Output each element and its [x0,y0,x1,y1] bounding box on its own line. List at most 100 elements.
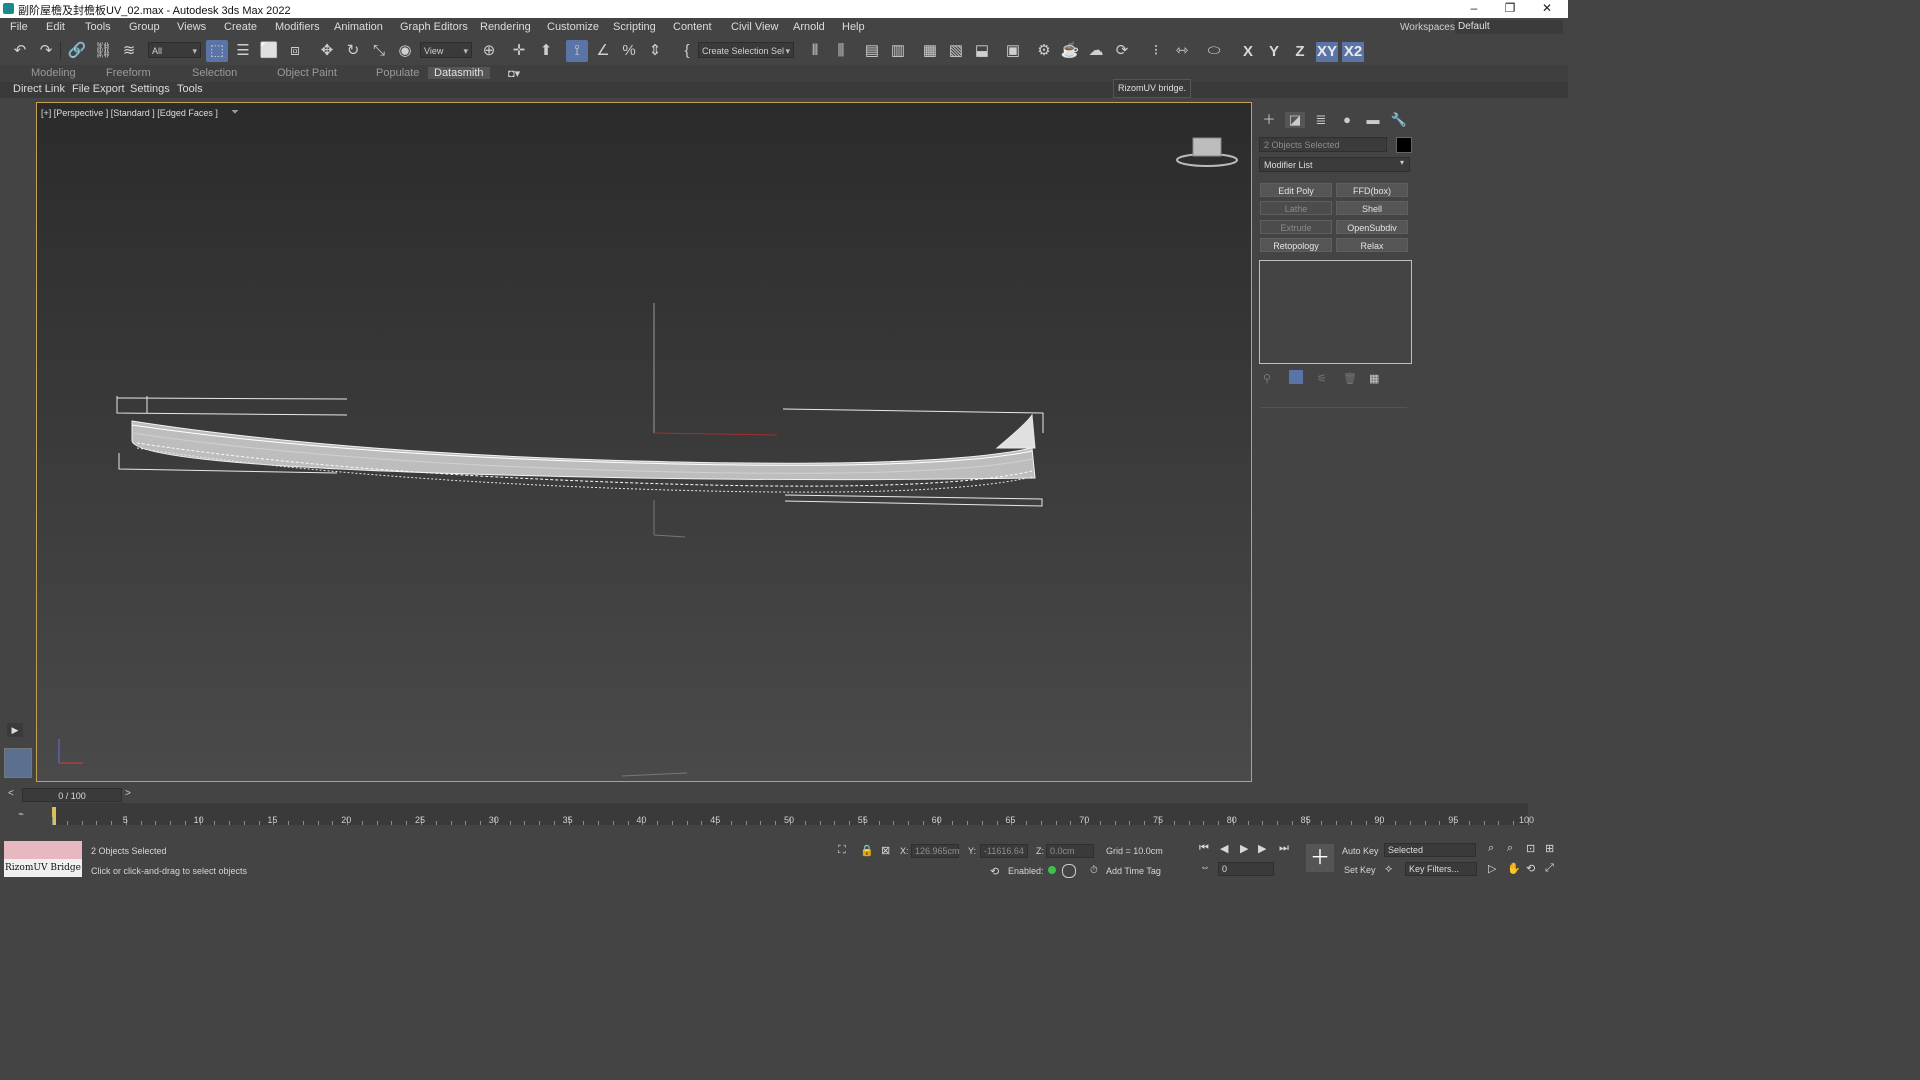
menu-arnold[interactable]: Arnold [793,21,825,33]
motion-tab-icon[interactable]: ● [1337,112,1357,128]
menu-edit[interactable]: Edit [46,21,65,33]
material-editor-icon[interactable]: ⬓ [971,40,993,62]
maxscript-listener-pink[interactable] [4,841,82,859]
time-tag-icon[interactable]: ⏱ [1090,865,1098,876]
bind-space-warp-icon[interactable]: ≋ [118,40,140,62]
absolute-mode-icon[interactable]: ⊠ [881,844,890,857]
goto-start-icon[interactable]: ⏮ [1199,842,1209,855]
direct-link-button[interactable]: Direct Link [13,83,65,95]
key-filter-icon[interactable]: ⟡ [1385,863,1392,876]
pivot-center-icon[interactable]: ⊕ [478,40,500,62]
axis-x-button[interactable]: X [1237,42,1259,62]
place-icon[interactable]: ◉ [394,40,416,62]
z-coordinate-field[interactable]: 0.0cm [1046,844,1094,858]
menu-scripting[interactable]: Scripting [613,21,656,33]
rendered-frame-window-icon[interactable]: ⚙ [1033,40,1055,62]
relax-button[interactable]: Relax [1336,238,1408,252]
time-next-icon[interactable]: > [125,788,131,799]
reference-coordinate-dropdown[interactable]: View [420,42,472,59]
utilities-tab-icon[interactable]: 🔧 [1389,112,1409,128]
expand-layout-tab-icon[interactable]: ▶ [7,723,23,737]
layer-explorer-icon[interactable]: ▤ [861,40,883,62]
auto-key-button[interactable]: Auto Key [1342,846,1379,856]
grid-snap-icon[interactable]: ⁝ [1145,40,1167,62]
named-selection-set-dropdown[interactable]: Create Selection Sel [698,42,794,59]
extrude-button[interactable]: Extrude [1260,220,1332,234]
zoom-extents-icon[interactable]: ⊡ [1526,842,1535,855]
close-button[interactable]: ✕ [1533,1,1561,17]
workspaces-dropdown[interactable]: Default [1455,20,1563,34]
orbit-icon[interactable]: ⟲ [1526,862,1535,875]
key-mode-dropdown[interactable]: Selected [1384,843,1476,857]
zoom-all-icon[interactable]: ⌕ [1507,842,1513,855]
lock-selection-icon[interactable]: 🔒 [860,844,874,857]
render-iterative-icon[interactable]: ☁ [1085,40,1107,62]
axis-xz-button[interactable]: X2 [1342,42,1364,62]
menu-animation[interactable]: Animation [334,21,383,33]
menu-tools[interactable]: Tools [85,21,111,33]
viewport-layout-icon[interactable] [4,748,32,778]
file-export-button[interactable]: File Export [72,83,125,95]
shell-button[interactable]: Shell [1336,201,1408,215]
menu-help[interactable]: Help [842,21,865,33]
maxscript-listener-white[interactable]: RizomUV Bridge [4,859,82,877]
redo-icon[interactable]: ↷ [35,40,57,62]
show-end-result-icon[interactable] [1289,370,1303,384]
spinner-snap-icon[interactable]: ⇕ [644,40,666,62]
link-icon[interactable]: 🔗 [66,40,88,62]
edit-named-selection-icon[interactable]: { [676,40,698,62]
modifier-stack[interactable] [1259,260,1412,364]
perspective-viewport[interactable]: [+] [Perspective ] [Standard ] [Edged Fa… [36,102,1252,782]
curve-editor-mini-icon[interactable]: ⌁ [18,809,24,820]
menu-group[interactable]: Group [129,21,160,33]
unlink-icon[interactable]: ⛓ [92,40,114,62]
key-mode-toggle-icon[interactable]: ⇔ [1200,862,1210,873]
window-crossing-icon[interactable]: ⧈ [284,40,306,62]
axis-y-button[interactable]: Y [1263,42,1285,62]
selection-filter-dropdown[interactable]: All [148,42,201,59]
rectangular-selection-icon[interactable]: ⬜ [258,40,280,62]
goto-end-icon[interactable]: ⏭ [1279,842,1289,855]
time-prev-icon[interactable]: < [8,788,14,799]
play-icon[interactable]: ▶ [1240,842,1248,855]
axis-xy-button[interactable]: XY [1316,42,1338,62]
align-icon[interactable]: ⫼ [830,40,852,62]
ribbon-tab-selection[interactable]: Selection [192,67,237,79]
scale-icon[interactable]: ⤡ [368,40,390,62]
ribbon-tab-object-paint[interactable]: Object Paint [277,67,337,79]
hierarchy-tab-icon[interactable]: ≣ [1311,112,1331,128]
mirror-icon[interactable]: ⫴ [804,40,826,62]
ribbon-options-icon[interactable]: ◘▾ [508,67,520,80]
timeline-ruler[interactable]: 5 10 15 20 25 30 35 40 45 50 55 60 65 70 75 80 85 90 95 100 [52,803,1534,825]
snaps-toggle-icon[interactable]: ⟟ [566,40,588,62]
measure-icon[interactable]: ⇿ [1171,40,1193,62]
menu-rendering[interactable]: Rendering [480,21,531,33]
object-name-field[interactable]: 2 Objects Selected [1259,137,1387,152]
menu-civil-view[interactable]: Civil View [731,21,778,33]
angle-snap-icon[interactable]: ∠ [592,40,614,62]
previous-frame-icon[interactable]: ◀ [1220,842,1228,855]
menu-modifiers[interactable]: Modifiers [275,21,320,33]
set-keys-plus-icon[interactable]: ＋ [1306,844,1334,872]
configure-modifier-sets-icon[interactable]: ▦ [1369,372,1379,385]
ribbon-tab-freeform[interactable]: Freeform [106,67,151,79]
create-tab-icon[interactable]: ＋ [1259,112,1279,128]
pan-icon[interactable]: ✋ [1507,862,1521,875]
lathe-button[interactable]: Lathe [1260,201,1332,215]
menu-customize[interactable]: Customize [547,21,599,33]
retopology-button[interactable]: Retopology [1260,238,1332,252]
settings-button[interactable]: Settings [130,83,170,95]
rizomuv-bridge-icon[interactable]: ⟳ [1111,40,1133,62]
next-frame-icon[interactable]: ▶ [1258,842,1266,855]
ffd-box-button[interactable]: FFD(box) [1336,183,1408,197]
undo-icon[interactable]: ↶ [9,40,31,62]
keyboard-shortcut-override-icon[interactable]: ⬆ [535,40,557,62]
make-unique-icon[interactable]: ⚟ [1317,372,1327,385]
adaptive-degradation-icon[interactable]: ⟲ [990,865,999,878]
schematic-view-icon[interactable]: ▧ [945,40,967,62]
time-slider[interactable]: 0 / 100 [22,788,122,802]
add-time-tag-button[interactable]: Add Time Tag [1106,866,1161,876]
remove-modifier-icon[interactable]: 🗑 [1343,372,1357,385]
selection-lock-icon[interactable]: ⬭ [1203,40,1225,62]
set-key-button[interactable]: Set Key [1344,865,1376,875]
